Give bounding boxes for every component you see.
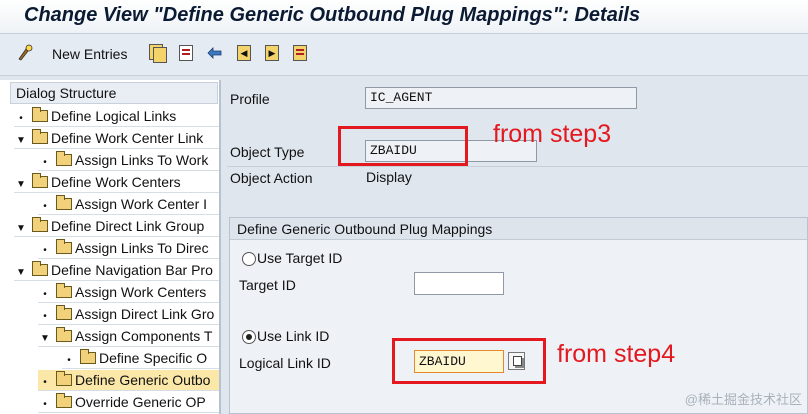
previous-entry-icon[interactable]: ◀ <box>234 43 254 63</box>
tree-item-define-specific-outbound[interactable]: • Define Specific O <box>62 348 219 369</box>
folder-icon <box>56 283 72 298</box>
new-entries-button[interactable]: New Entries <box>52 46 127 62</box>
folder-icon <box>56 151 72 166</box>
title-bar: Change View "Define Generic Outbound Plu… <box>0 0 808 34</box>
step3-annotation: from step3 <box>493 120 612 148</box>
delete-icon[interactable] <box>176 43 196 63</box>
folder-icon <box>32 217 48 232</box>
row-divider <box>227 166 808 167</box>
folder-icon <box>32 173 48 188</box>
target-id-label: Target ID <box>239 277 296 293</box>
folder-icon <box>56 327 72 342</box>
copy-icon[interactable] <box>148 43 168 63</box>
tree-item-define-generic-outbound[interactable]: • Define Generic Outbo <box>38 370 219 391</box>
tree-item-assign-work-center[interactable]: • Assign Work Center I <box>38 194 219 215</box>
object-action-value: Display <box>366 169 412 185</box>
folder-icon <box>56 305 72 320</box>
tree-item-assign-links-to-direct[interactable]: • Assign Links To Direc <box>38 238 219 259</box>
tree-item-assign-work-centers[interactable]: • Assign Work Centers <box>38 282 219 303</box>
use-link-id-label: Use Link ID <box>257 328 330 344</box>
folder-icon <box>32 261 48 276</box>
folder-icon <box>32 107 48 122</box>
object-type-label: Object Type <box>230 144 305 160</box>
tree-item-define-logical-links[interactable]: • Define Logical Links <box>14 106 219 127</box>
group-title: Define Generic Outbound Plug Mappings <box>230 218 807 240</box>
tree-item-assign-components[interactable]: ▼ Assign Components T <box>38 326 219 347</box>
watermark: @稀土掘金技术社区 <box>684 392 802 407</box>
folder-icon <box>56 393 72 408</box>
profile-label: Profile <box>230 91 270 107</box>
step4-highlight-box <box>392 338 546 384</box>
outbound-plug-mapping-group: Define Generic Outbound Plug Mappings Us… <box>229 217 808 414</box>
tree-item-define-direct-link-group[interactable]: ▼ Define Direct Link Group <box>14 216 219 237</box>
step4-annotation: from step4 <box>557 340 676 368</box>
next-entry-icon[interactable]: ▶ <box>262 43 282 63</box>
glasses-icon[interactable] <box>16 43 36 63</box>
use-link-id-radio[interactable] <box>242 330 256 344</box>
step3-highlight-box <box>338 126 468 166</box>
select-all-icon[interactable] <box>290 43 310 63</box>
tree-item-define-navigation-bar-profile[interactable]: ▼ Define Navigation Bar Pro <box>14 260 219 281</box>
tree-item-define-work-center-link[interactable]: ▼ Define Work Center Link <box>14 128 219 149</box>
tree-item-assign-direct-link-groups[interactable]: • Assign Direct Link Gro <box>38 304 219 325</box>
tree-item-assign-links-to-work[interactable]: • Assign Links To Work <box>38 150 219 171</box>
target-id-input[interactable] <box>414 272 504 295</box>
folder-icon <box>32 129 48 144</box>
profile-field: IC_AGENT <box>365 87 637 109</box>
window-title: Change View "Define Generic Outbound Plu… <box>24 4 641 26</box>
open-folder-icon <box>56 371 72 386</box>
undo-icon[interactable] <box>205 43 225 63</box>
folder-icon <box>80 349 96 364</box>
use-target-id-radio[interactable] <box>242 252 256 266</box>
application-toolbar: New Entries ◀ ▶ <box>0 34 808 76</box>
tree-item-define-work-centers[interactable]: ▼ Define Work Centers <box>14 172 219 193</box>
logical-link-id-label: Logical Link ID <box>239 355 331 371</box>
object-action-label: Object Action <box>230 170 313 186</box>
use-target-id-label: Use Target ID <box>257 250 343 266</box>
dialog-structure-panel: Dialog Structure • Define Logical Links ▼… <box>0 80 221 414</box>
tree-item-override-generic-op[interactable]: • Override Generic OP <box>38 392 219 413</box>
dialog-structure-header: Dialog Structure <box>10 82 218 104</box>
folder-icon <box>56 239 72 254</box>
folder-icon <box>56 195 72 210</box>
